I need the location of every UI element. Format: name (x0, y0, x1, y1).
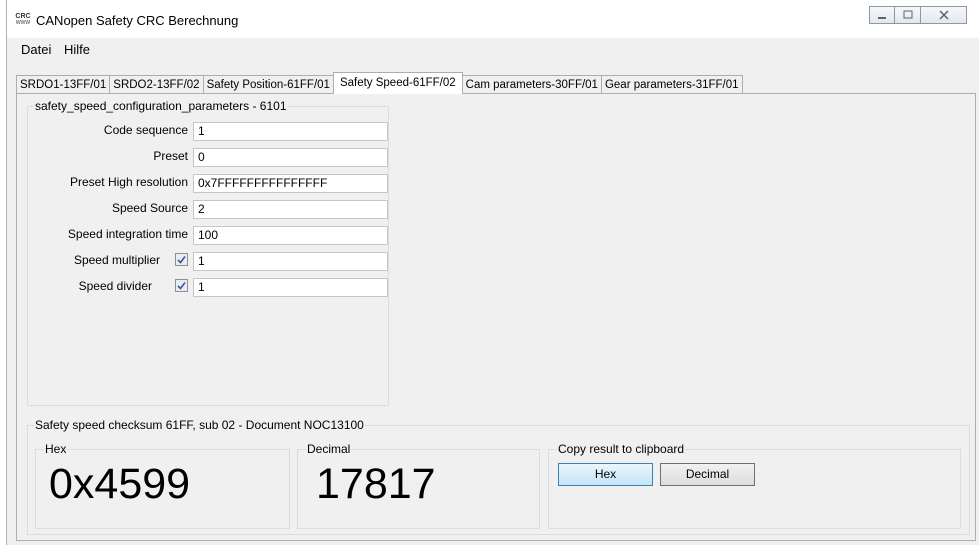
decimal-result-box: Decimal 17817 (297, 442, 540, 529)
close-button[interactable] (921, 6, 967, 24)
tab-srdo1[interactable]: SRDO1-13FF/01 (16, 75, 111, 93)
checksum-group: Safety speed checksum 61FF, sub 02 - Doc… (27, 418, 970, 535)
tab-safety-position[interactable]: Safety Position-61FF/01 (202, 75, 334, 93)
app-window: CRC WWW CANopen Safety CRC Berechnung Da… (6, 0, 979, 545)
checkmark-icon (177, 256, 186, 264)
window-title: CANopen Safety CRC Berechnung (36, 13, 239, 28)
speed-divider-field[interactable]: 1 (193, 278, 388, 297)
preset-high-resolution-label: Preset High resolution (69, 175, 188, 189)
window-controls (869, 6, 967, 24)
tab-panel-safety-speed: safety_speed_configuration_parameters - … (16, 93, 976, 541)
title-bar: CRC WWW CANopen Safety CRC Berechnung (7, 0, 979, 38)
crc-app-icon: CRC WWW (15, 13, 31, 29)
tab-safety-speed[interactable]: Safety Speed-61FF/02 (332, 72, 463, 94)
maximize-button[interactable] (895, 6, 921, 24)
tab-srdo2[interactable]: SRDO2-13FF/02 (109, 75, 204, 93)
speed-integration-time-label: Speed integration time (67, 227, 188, 241)
preset-label: Preset (153, 149, 188, 163)
speed-source-label: Speed Source (111, 201, 188, 215)
menu-datei[interactable]: Datei (21, 42, 51, 57)
hex-result-value: 0x4599 (49, 460, 191, 508)
speed-divider-label: Speed divider (78, 279, 152, 293)
decimal-label: Decimal (306, 442, 352, 456)
tab-cam-parameters[interactable]: Cam parameters-30FF/01 (461, 75, 602, 93)
menu-bar: Datei Hilfe (7, 38, 979, 60)
speed-divider-checkbox[interactable] (175, 279, 188, 292)
speed-source-field[interactable]: 2 (193, 200, 388, 219)
copy-to-clipboard-box: Copy result to clipboard Hex Decimal (548, 442, 961, 529)
minimize-button[interactable] (869, 6, 895, 24)
speed-multiplier-label: Speed multiplier (73, 253, 160, 267)
config-parameters-group: safety_speed_configuration_parameters - … (27, 99, 389, 406)
tab-gear-parameters[interactable]: Gear parameters-31FF/01 (600, 75, 743, 93)
app-icon-text: CRC (15, 13, 31, 20)
preset-field[interactable]: 0 (193, 148, 388, 167)
hex-result-box: Hex 0x4599 (35, 442, 290, 529)
copy-decimal-button[interactable]: Decimal (660, 463, 755, 486)
speed-multiplier-field[interactable]: 1 (193, 252, 388, 271)
checkmark-icon (177, 282, 186, 290)
menu-hilfe[interactable]: Hilfe (64, 42, 90, 57)
minimize-icon (878, 17, 886, 19)
copy-hex-button[interactable]: Hex (558, 463, 653, 486)
config-group-title: safety_speed_configuration_parameters - … (34, 99, 288, 113)
decimal-result-value: 17817 (316, 460, 436, 508)
close-icon (938, 10, 949, 20)
speed-multiplier-checkbox[interactable] (175, 253, 188, 266)
code-sequence-field[interactable]: 1 (193, 122, 388, 141)
speed-integration-time-field[interactable]: 100 (193, 226, 388, 245)
maximize-icon (903, 10, 912, 19)
hex-label: Hex (44, 442, 68, 456)
app-icon-subtext: WWW (15, 20, 31, 26)
preset-high-resolution-field[interactable]: 0x7FFFFFFFFFFFFFFF (193, 174, 388, 193)
code-sequence-label: Code sequence (103, 123, 188, 137)
checksum-group-title: Safety speed checksum 61FF, sub 02 - Doc… (34, 418, 365, 432)
tab-strip: SRDO1-13FF/01 SRDO2-13FF/02 Safety Posit… (16, 72, 743, 94)
copy-label: Copy result to clipboard (557, 442, 686, 456)
